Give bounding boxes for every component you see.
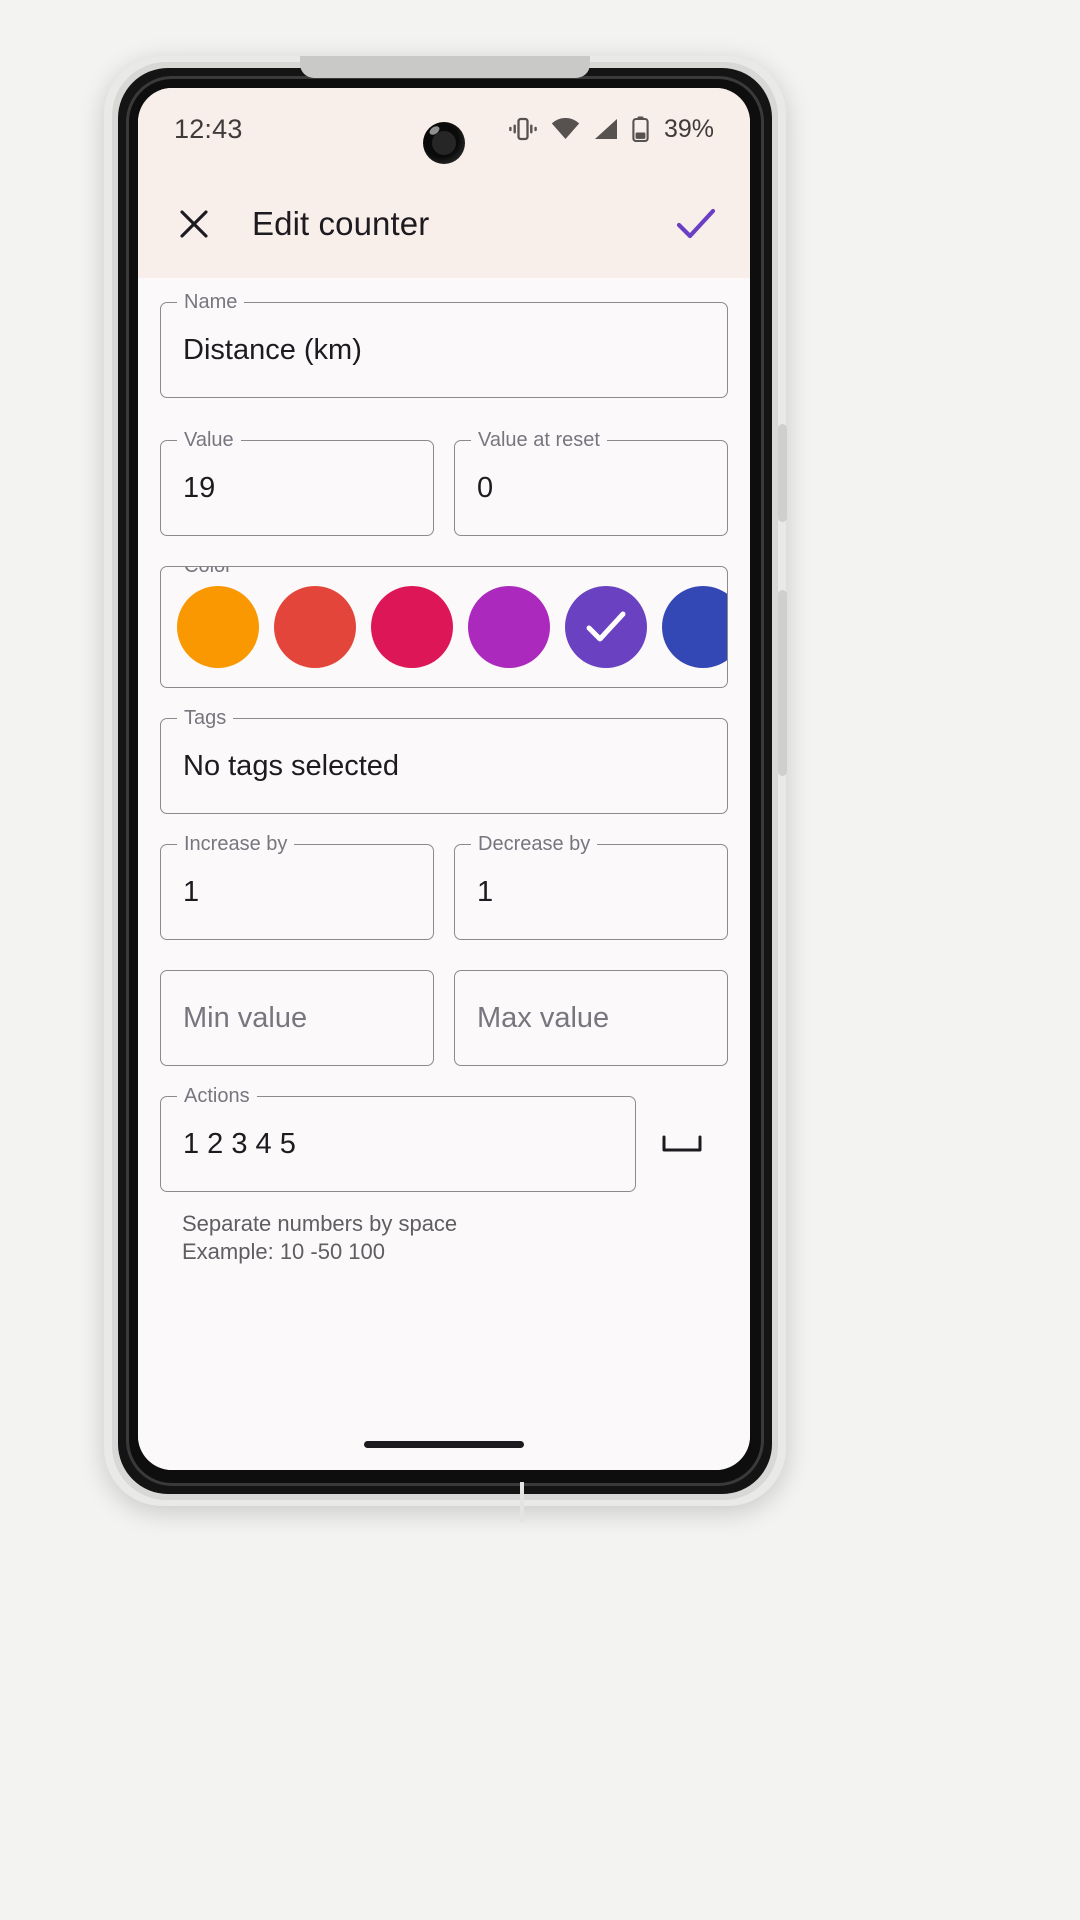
phone-bottom-seam: [520, 1482, 524, 1522]
max-value-placeholder: Max value: [477, 1001, 610, 1034]
step-row: Increase by 1 Decrease by 1: [160, 833, 728, 940]
min-value-placeholder: Min value: [183, 1001, 308, 1034]
actions-helper-text: Separate numbers by space Example: 10 -5…: [182, 1210, 728, 1266]
close-button[interactable]: [170, 200, 218, 248]
check-icon: [586, 611, 626, 642]
color-swatch-red[interactable]: [274, 586, 356, 668]
phone-screen: 12:43 39% Edit counter Name Distance (km…: [138, 88, 750, 1470]
value-field-value: 19: [183, 471, 216, 504]
tags-field-label: Tags: [177, 707, 234, 730]
color-field-label: Color: [177, 567, 239, 578]
space-bar-icon: [662, 1135, 702, 1152]
status-time: 12:43: [174, 113, 243, 144]
front-camera-punch-hole: [423, 122, 465, 164]
color-swatch-list: [177, 586, 727, 668]
status-icons: 39%: [508, 115, 714, 144]
color-field[interactable]: Color: [160, 566, 728, 688]
min-value-field[interactable]: Min value: [160, 970, 434, 1066]
increase-by-field[interactable]: Increase by 1: [160, 833, 434, 940]
limits-row: Min value Max value: [160, 970, 728, 1066]
color-swatch-magenta[interactable]: [468, 586, 550, 668]
phone-top-speaker: [300, 56, 590, 78]
value-at-reset-field-label: Value at reset: [471, 429, 607, 452]
home-indicator[interactable]: [364, 1440, 524, 1448]
increase-by-field-label: Increase by: [177, 833, 295, 856]
check-icon: [676, 208, 716, 239]
status-bar: 12:43 39%: [138, 88, 750, 170]
name-field-value: Distance (km): [183, 333, 362, 366]
value-field[interactable]: Value 19: [160, 429, 434, 536]
actions-row: Actions 1 2 3 4 5: [160, 1085, 728, 1192]
color-swatch-indigo[interactable]: [662, 586, 727, 668]
actions-field[interactable]: Actions 1 2 3 4 5: [160, 1085, 636, 1192]
value-row: Value 19 Value at reset 0: [160, 429, 728, 536]
confirm-button[interactable]: [672, 200, 720, 248]
decrease-by-field[interactable]: Decrease by 1: [454, 833, 728, 940]
edit-counter-form: Name Distance (km) Value 19 Value at res…: [138, 278, 750, 1470]
tags-field-value: No tags selected: [183, 749, 400, 782]
screenshot-root: 12:43 39% Edit counter Name Distance (km…: [0, 0, 1080, 1920]
decrease-by-field-value: 1: [477, 875, 494, 908]
actions-field-value: 1 2 3 4 5: [183, 1127, 296, 1160]
close-icon: [180, 210, 208, 238]
navigation-bar: [138, 1418, 750, 1470]
max-value-field[interactable]: Max value: [454, 970, 728, 1066]
value-at-reset-field[interactable]: Value at reset 0: [454, 429, 728, 536]
wifi-icon: [551, 117, 580, 140]
actions-helper-line-2: Example: 10 -50 100: [182, 1239, 386, 1265]
color-swatch-crimson[interactable]: [371, 586, 453, 668]
page-title: Edit counter: [252, 205, 430, 242]
value-at-reset-field-value: 0: [477, 471, 494, 504]
name-field-label: Name: [177, 291, 245, 314]
cellular-signal-icon: [593, 118, 619, 140]
tags-field[interactable]: Tags No tags selected: [160, 707, 728, 814]
battery-icon: [632, 116, 649, 143]
decrease-by-field-label: Decrease by: [471, 833, 598, 856]
actions-field-label: Actions: [177, 1085, 257, 1108]
space-bar-button[interactable]: [636, 1096, 728, 1192]
increase-by-field-value: 1: [183, 875, 200, 908]
name-field[interactable]: Name Distance (km): [160, 291, 728, 398]
value-field-label: Value: [177, 429, 241, 452]
color-swatch-orange[interactable]: [177, 586, 259, 668]
app-bar: Edit counter: [138, 170, 750, 278]
volume-button[interactable]: [778, 590, 787, 776]
power-button[interactable]: [778, 424, 787, 522]
vibrate-icon: [508, 116, 538, 142]
battery-percent-label: 39%: [663, 114, 714, 143]
color-swatch-violet[interactable]: [565, 586, 647, 668]
actions-helper-line-1: Separate numbers by space: [182, 1211, 458, 1236]
